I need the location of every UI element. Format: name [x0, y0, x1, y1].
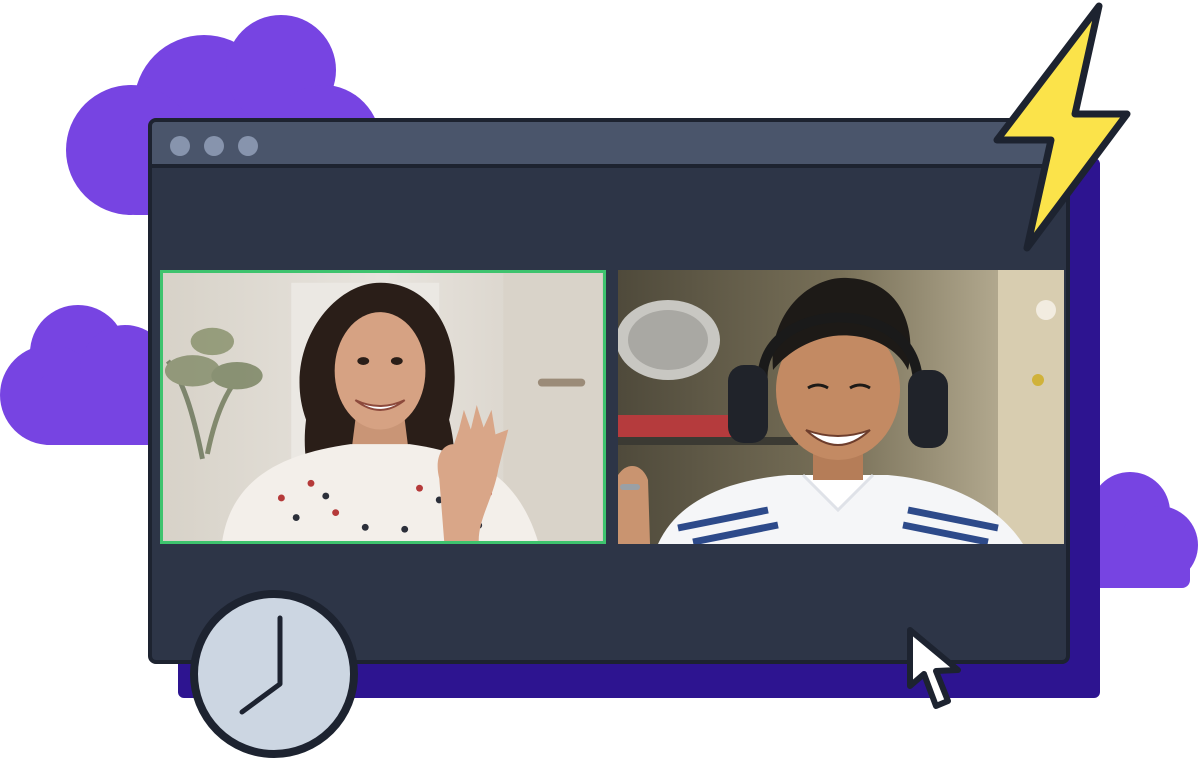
- mouse-pointer-icon: [907, 627, 961, 709]
- participant-2-video: [618, 270, 1064, 544]
- video-call-window: [148, 118, 1070, 664]
- window-dot-1[interactable]: [170, 136, 190, 156]
- window-dot-2[interactable]: [204, 136, 224, 156]
- cloud-icon: [0, 305, 170, 445]
- video-tile-participant-2[interactable]: [618, 270, 1064, 544]
- video-tile-participant-1[interactable]: [160, 270, 606, 544]
- clock-icon: [190, 590, 358, 758]
- window-dot-3[interactable]: [238, 136, 258, 156]
- participant-1-video: [163, 273, 603, 541]
- lightning-bolt-icon: [993, 2, 1131, 252]
- window-titlebar: [152, 122, 1066, 168]
